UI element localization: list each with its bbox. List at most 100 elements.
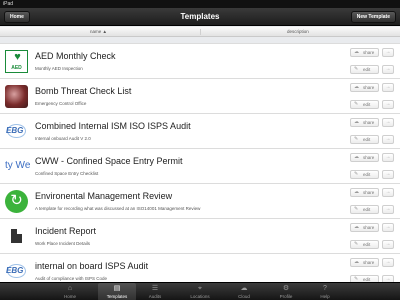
tab-cloud[interactable]: ☁ Cloud: [225, 283, 263, 300]
page-title: Templates: [180, 12, 220, 21]
tab-label: Help: [320, 294, 330, 299]
tab-label: Cloud: [238, 294, 250, 299]
name-column-header[interactable]: name ▲: [90, 27, 107, 37]
share-button[interactable]: ☁ share: [350, 48, 379, 57]
cloud-icon: ☁: [354, 154, 359, 160]
arrow-icon: →: [385, 84, 391, 90]
tab-label: Audits: [148, 294, 162, 299]
template-description: A template for recording what was discus…: [35, 206, 201, 211]
cloud-icon: ☁: [354, 119, 359, 125]
edit-button[interactable]: ✎ edit: [350, 100, 379, 109]
aed-icon: ♥ AED: [5, 50, 28, 73]
template-title: CWW - Confined Space Entry Permit: [35, 156, 183, 166]
tab-locations[interactable]: ⌖ Locations: [181, 283, 219, 300]
arrow-icon: →: [385, 66, 391, 72]
tab-label: Locations: [190, 294, 210, 299]
template-title: Combined Internal ISM ISO ISPS Audit: [35, 121, 191, 131]
status-bar: iPad: [0, 0, 400, 8]
disclosure-button[interactable]: →: [382, 48, 394, 57]
ebg-logo-icon: EBG: [5, 120, 28, 143]
aed-logo-text: AED: [11, 65, 22, 71]
template-description: Internal onboard Audit V 2.0: [35, 136, 91, 141]
template-description: Work Place Incident Details: [35, 241, 90, 246]
list-item[interactable]: Bomb Threat Check List Emergency Control…: [0, 78, 400, 114]
edit-button[interactable]: ✎ edit: [350, 240, 379, 249]
disclosure-button[interactable]: →: [382, 65, 394, 74]
template-title: Environental Management Review: [35, 191, 173, 201]
help-icon: ?: [323, 285, 327, 292]
share-button[interactable]: ☁ share: [350, 118, 379, 127]
bomb-photo-icon: [5, 85, 28, 108]
text-logo-icon: ty We: [5, 155, 31, 178]
disclosure-button[interactable]: →: [382, 118, 394, 127]
disclosure-button[interactable]: →: [382, 100, 394, 109]
carrier-label: iPad: [3, 1, 14, 7]
edit-button[interactable]: ✎ edit: [350, 205, 379, 214]
cloud-icon: ☁: [354, 84, 359, 90]
template-description: Confined Space Entry Checklist: [35, 171, 99, 176]
list-item[interactable]: EBG Combined Internal ISM ISO ISPS Audit…: [0, 113, 400, 149]
tab-audits[interactable]: ☰ Audits: [136, 283, 174, 300]
arrow-icon: →: [385, 259, 391, 265]
disclosure-button[interactable]: →: [382, 205, 394, 214]
gear-icon: ⚙: [282, 285, 290, 292]
list-item[interactable]: ↻ Environental Management Review A templ…: [0, 183, 400, 219]
audits-icon: ☰: [151, 285, 159, 292]
column-divider: [200, 29, 201, 35]
arrow-icon: →: [385, 154, 391, 160]
arrow-icon: →: [385, 206, 391, 212]
logo-text: ty We: [5, 160, 31, 171]
arrow-icon: →: [385, 189, 391, 195]
tab-profile[interactable]: ⚙ Profile: [267, 283, 305, 300]
disclosure-button[interactable]: →: [382, 258, 394, 267]
template-title: AED Monthly Check: [35, 51, 116, 61]
disclosure-button[interactable]: →: [382, 223, 394, 232]
arrow-icon: →: [385, 49, 391, 55]
share-button[interactable]: ☁ share: [350, 153, 379, 162]
template-title: Bomb Threat Check List: [35, 86, 132, 96]
tab-templates[interactable]: ▤ Templates: [98, 283, 136, 300]
tab-home[interactable]: ⌂ Home: [51, 283, 89, 300]
disclosure-button[interactable]: →: [382, 83, 394, 92]
arrow-icon: →: [385, 224, 391, 230]
green-recycle-icon: ↻: [5, 190, 28, 213]
arrow-icon: →: [385, 119, 391, 125]
disclosure-button[interactable]: →: [382, 135, 394, 144]
tab-help[interactable]: ? Help: [306, 283, 344, 300]
disclosure-button[interactable]: →: [382, 240, 394, 249]
cloud-icon: ☁: [354, 49, 359, 55]
pencil-icon: ✎: [354, 66, 359, 72]
edit-button[interactable]: ✎ edit: [350, 170, 379, 179]
share-button[interactable]: ☁ share: [350, 83, 379, 92]
arrow-icon: →: [385, 241, 391, 247]
list-item[interactable]: ♥ AED AED Monthly Check Monthly AED Insp…: [0, 43, 400, 79]
list-item[interactable]: ty We CWW - Confined Space Entry Permit …: [0, 148, 400, 184]
edit-button[interactable]: ✎ edit: [350, 135, 379, 144]
arrow-icon: →: [385, 136, 391, 142]
share-button[interactable]: ☁ share: [350, 258, 379, 267]
disclosure-button[interactable]: →: [382, 170, 394, 179]
logo-mark: EBG: [6, 126, 24, 135]
disclosure-button[interactable]: →: [382, 188, 394, 197]
logo-mark: EBG: [6, 266, 24, 275]
home-icon: ⌂: [67, 285, 73, 292]
share-button[interactable]: ☁ share: [350, 223, 379, 232]
recycle-icon: ↻: [10, 192, 23, 209]
tab-label: Home: [63, 294, 76, 299]
list-item[interactable]: Incident Report Work Place Incident Deta…: [0, 218, 400, 254]
edit-button[interactable]: ✎ edit: [350, 65, 379, 74]
disclosure-button[interactable]: →: [382, 153, 394, 162]
template-description: Emergency Control Office: [35, 101, 87, 106]
document-icon: [5, 225, 28, 248]
ebg-logo-icon: EBG: [5, 260, 28, 283]
template-title: internal on board ISPS Audit: [35, 261, 149, 271]
share-button[interactable]: ☁ share: [350, 188, 379, 197]
template-description: Monthly AED Inspection: [35, 66, 83, 71]
arrow-icon: →: [385, 171, 391, 177]
description-column-header[interactable]: description: [287, 27, 309, 37]
cloud-icon: ☁: [354, 259, 359, 265]
tab-bar: ⌂ Home ▤ Templates ☰ Audits ⌖ Locations …: [0, 282, 400, 300]
new-template-button[interactable]: New Template: [350, 11, 396, 23]
pencil-icon: ✎: [354, 206, 359, 212]
tab-label: Profile: [279, 294, 293, 299]
